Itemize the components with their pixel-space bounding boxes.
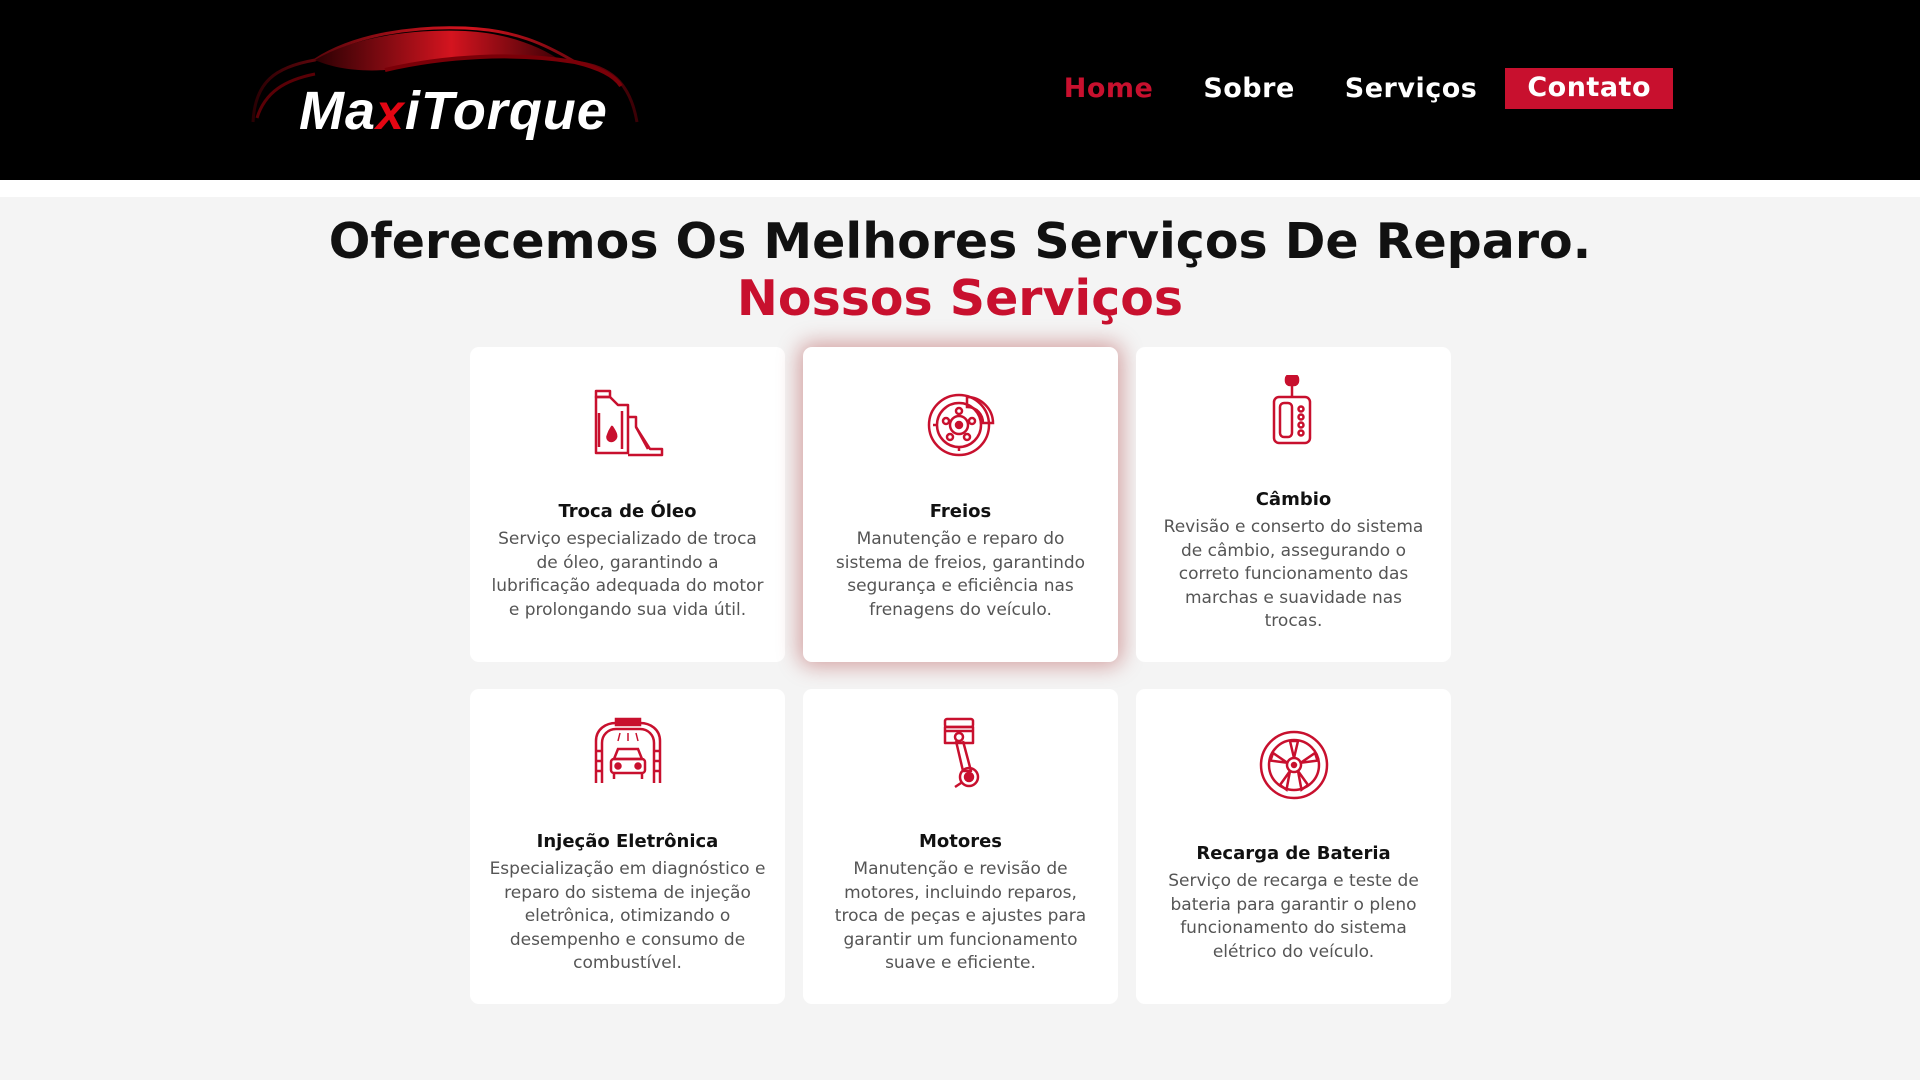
service-description: Revisão e conserto do sistema de câmbio,… — [1163, 517, 1424, 632]
service-card-oil[interactable]: Troca de Óleo Serviço especializado de t… — [470, 347, 785, 662]
service-card-brakes[interactable]: Freios Manutenção e reparo do sistema de… — [803, 347, 1118, 662]
service-title: Câmbio — [1255, 489, 1332, 511]
service-description: Manutenção e revisão de motores, incluin… — [834, 859, 1087, 974]
nav-contato-button[interactable]: Contato — [1505, 68, 1673, 109]
service-description: Serviço especializado de troca de óleo, … — [491, 529, 764, 620]
page-headline: Oferecemos Os Melhores Serviços De Repar… — [328, 213, 1592, 270]
service-title: Recarga de Bateria — [1196, 843, 1391, 864]
service-description: Manutenção e reparo do sistema de freios… — [835, 529, 1086, 620]
service-description: Serviço de recarga e teste de bateria pa… — [1168, 871, 1419, 962]
brand-text-part1: Ma — [299, 81, 377, 141]
brand-logo[interactable]: MaxiTorque — [245, 22, 640, 152]
piston-icon — [943, 718, 979, 789]
main-nav: Home Sobre Serviços Contato — [1014, 68, 1673, 109]
brand-text-x: x — [376, 84, 405, 140]
nav-sobre[interactable]: Sobre — [1203, 73, 1294, 104]
service-description: Especialização em diagnóstico e reparo d… — [489, 859, 766, 974]
service-title: Freios — [929, 501, 992, 522]
nav-servicos[interactable]: Serviços — [1345, 73, 1478, 104]
oil-can-icon — [594, 389, 663, 457]
service-card-engines[interactable]: Motores Manutenção e revisão de motores,… — [803, 689, 1118, 1004]
brake-disc-icon — [927, 393, 994, 457]
wheel-icon — [1259, 730, 1328, 800]
service-card-gearbox[interactable]: Câmbio Revisão e conserto do sistema de … — [1136, 347, 1451, 662]
nav-home[interactable]: Home — [1064, 73, 1154, 104]
header-divider — [0, 180, 1920, 197]
service-title: Injeção Eletrônica — [536, 831, 719, 853]
brand-wordmark: MaxiTorque — [299, 80, 608, 142]
service-title: Troca de Óleo — [558, 501, 697, 522]
service-title: Motores — [918, 831, 1003, 853]
brand-text-part2: iTorque — [404, 81, 608, 141]
gear-shifter-icon — [1272, 375, 1311, 445]
service-card-battery[interactable]: Recarga de Bateria Serviço de recarga e … — [1136, 689, 1451, 1004]
car-wash-icon — [594, 718, 661, 784]
section-title: Nossos Serviços — [736, 270, 1184, 327]
service-card-injection[interactable]: Injeção Eletrônica Especialização em dia… — [470, 689, 785, 1004]
